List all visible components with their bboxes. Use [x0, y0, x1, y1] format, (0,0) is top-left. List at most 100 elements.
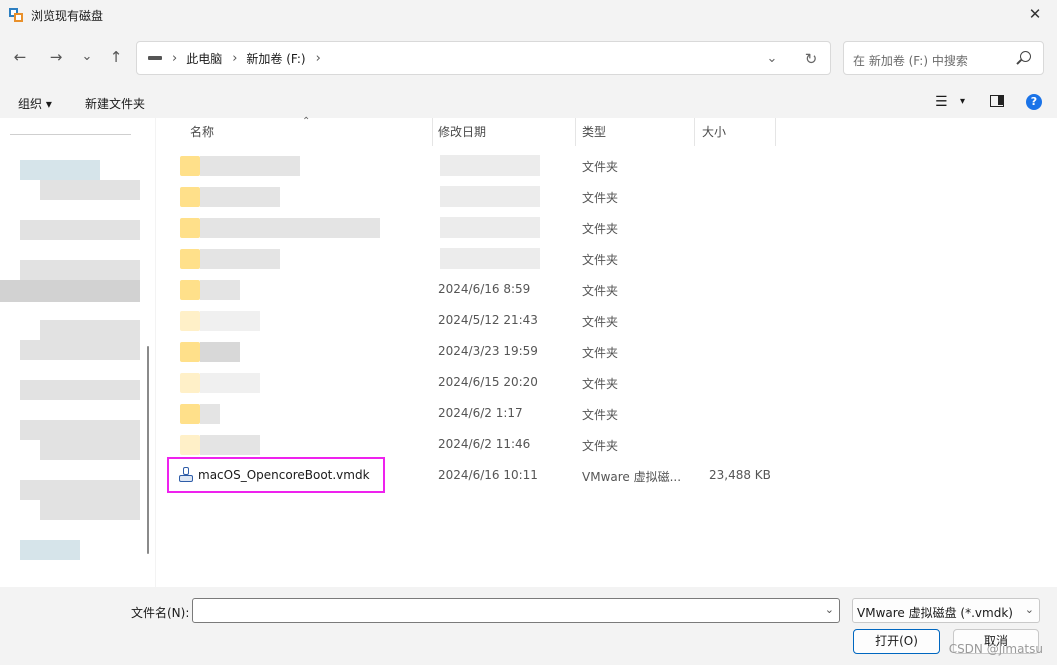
blurred-filename — [200, 373, 260, 393]
file-type: VMware 虚拟磁... — [582, 470, 682, 484]
file-row[interactable]: 2024/6/15 20:20 文件夹 — [156, 367, 1057, 398]
breadcrumb-separator[interactable]: › — [316, 51, 321, 66]
column-header-name[interactable]: 名称 — [190, 118, 214, 146]
file-type: 文件夹 — [582, 222, 619, 236]
folder-icon — [180, 311, 200, 331]
title-bar: 浏览现有磁盘 ✕ — [0, 0, 1057, 30]
file-date: 2024/6/2 1:17 — [438, 406, 523, 420]
new-folder-button[interactable]: 新建文件夹 — [85, 95, 145, 112]
breadcrumb-separator: › — [172, 50, 178, 66]
folder-icon — [180, 156, 200, 176]
file-row[interactable]: 文件夹 — [156, 212, 1057, 243]
folder-icon — [180, 280, 200, 300]
file-row[interactable]: 2024/6/2 1:17 文件夹 — [156, 398, 1057, 429]
file-row[interactable]: 文件夹 — [156, 181, 1057, 212]
filetype-select[interactable]: VMware 虚拟磁盘 (*.vmdk) ⌄ — [852, 598, 1040, 623]
column-separator[interactable] — [575, 118, 576, 146]
blurred-filename — [200, 342, 240, 362]
filename-input[interactable]: ⌄ — [192, 598, 840, 623]
search-icon[interactable] — [1020, 51, 1031, 62]
blurred-filename — [200, 435, 260, 455]
filename-label: 文件名(N): — [131, 606, 190, 620]
recent-locations-chevron-icon[interactable]: ⌄ — [77, 47, 97, 67]
blurred-date — [440, 186, 540, 207]
file-type: 文件夹 — [582, 439, 619, 453]
folder-icon — [180, 187, 200, 207]
filename-dropdown-icon[interactable]: ⌄ — [825, 603, 834, 616]
file-size: 23,488 KB — [709, 468, 771, 482]
blurred-nav-item — [40, 320, 140, 340]
blurred-nav-item — [0, 280, 140, 302]
nav-scrollbar[interactable] — [147, 346, 149, 554]
file-type: 文件夹 — [582, 191, 619, 205]
column-header-size[interactable]: 大小 — [702, 118, 726, 146]
blurred-nav-item — [40, 500, 140, 520]
file-row[interactable]: 2024/6/16 8:59 文件夹 — [156, 274, 1057, 305]
blurred-nav-item — [20, 480, 140, 500]
file-type: 文件夹 — [582, 315, 619, 329]
column-separator[interactable] — [694, 118, 695, 146]
navigation-pane[interactable] — [0, 118, 155, 587]
search-input[interactable]: 在 新加卷 (F:) 中搜索 — [843, 41, 1044, 75]
file-date: 2024/5/12 21:43 — [438, 313, 538, 327]
window-title: 浏览现有磁盘 — [31, 8, 104, 23]
blurred-date — [440, 155, 540, 176]
nav-divider — [10, 134, 131, 135]
up-arrow-icon[interactable]: ↑ — [106, 47, 126, 67]
drive-icon — [148, 56, 162, 60]
blurred-nav-item — [20, 380, 140, 400]
file-type: 文件夹 — [582, 377, 619, 391]
file-date: 2024/6/15 20:20 — [438, 375, 538, 389]
view-dropdown-icon[interactable]: ▾ — [960, 96, 965, 107]
folder-icon — [180, 373, 200, 393]
file-date: 2024/6/2 11:46 — [438, 437, 531, 451]
watermark: CSDN @jimatsu — [948, 642, 1043, 656]
filetype-dropdown-icon[interactable]: ⌄ — [1025, 603, 1034, 616]
file-type: 文件夹 — [582, 408, 619, 422]
preview-pane-icon[interactable] — [990, 95, 1004, 107]
organize-button[interactable]: 组织 ▾ — [18, 95, 52, 112]
file-date: 2024/6/16 8:59 — [438, 282, 531, 296]
file-row[interactable]: 2024/3/23 19:59 文件夹 — [156, 336, 1057, 367]
filetype-value: VMware 虚拟磁盘 (*.vmdk) — [857, 606, 1013, 620]
forward-arrow-icon[interactable]: → — [46, 47, 66, 67]
open-button[interactable]: 打开(O) — [853, 629, 940, 654]
blurred-filename — [200, 404, 220, 424]
file-row[interactable]: 2024/5/12 21:43 文件夹 — [156, 305, 1057, 336]
folder-icon — [180, 218, 200, 238]
blurred-nav-item — [20, 260, 140, 280]
address-bar[interactable]: › 此电脑 › 新加卷 (F:) › ⌄ ↻ — [136, 41, 831, 75]
file-date: 2024/6/16 10:11 — [438, 468, 538, 482]
file-date: 2024/3/23 19:59 — [438, 344, 538, 358]
blurred-nav-item — [20, 340, 140, 360]
column-header-date[interactable]: 修改日期 — [438, 118, 486, 146]
breadcrumb-separator: › — [232, 50, 238, 66]
blurred-nav-item — [40, 180, 140, 200]
file-row[interactable]: 文件夹 — [156, 150, 1057, 181]
address-dropdown-icon[interactable]: ⌄ — [763, 50, 781, 68]
breadcrumb-volume-f[interactable]: 新加卷 (F:) — [246, 50, 305, 67]
refresh-icon[interactable]: ↻ — [802, 50, 820, 68]
close-icon[interactable]: ✕ — [1027, 6, 1043, 22]
blurred-nav-item — [20, 540, 80, 560]
back-arrow-icon[interactable]: ← — [10, 47, 30, 67]
file-list[interactable]: ⌃ 名称 修改日期 类型 大小 文件夹 文件夹 文件夹 文件夹 2024/6/1… — [156, 116, 1057, 587]
highlight-box — [167, 457, 385, 493]
file-row[interactable]: 文件夹 — [156, 243, 1057, 274]
blurred-nav-item — [20, 160, 100, 180]
folder-icon — [180, 249, 200, 269]
column-header-type[interactable]: 类型 — [582, 118, 606, 146]
help-icon[interactable]: ? — [1026, 94, 1042, 110]
file-row[interactable]: 2024/6/2 11:46 文件夹 — [156, 429, 1057, 460]
blurred-filename — [200, 311, 260, 331]
breadcrumb-this-pc[interactable]: 此电脑 — [186, 50, 222, 67]
folder-icon — [180, 435, 200, 455]
column-separator[interactable] — [775, 118, 776, 146]
column-separator[interactable] — [432, 118, 433, 146]
blurred-filename — [200, 249, 280, 269]
search-placeholder: 在 新加卷 (F:) 中搜索 — [853, 54, 968, 68]
vmware-app-icon — [9, 8, 23, 22]
blurred-date — [440, 248, 540, 269]
view-options-icon[interactable]: ☰ — [935, 94, 948, 110]
blurred-date — [440, 217, 540, 238]
